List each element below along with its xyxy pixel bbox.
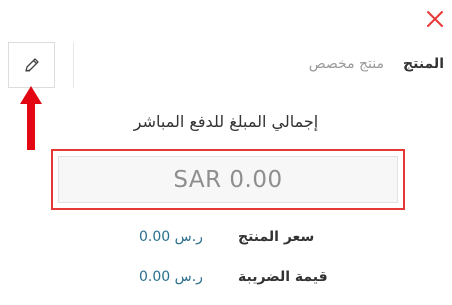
product-price-row: سعر المنتج 0.00 ر.س (0, 229, 452, 249)
amount-value: SAR 0.00 (173, 166, 283, 193)
product-price-label: سعر المنتج (238, 229, 315, 245)
close-button[interactable] (425, 9, 445, 29)
tax-value-label: قيمة الضريبة (238, 269, 328, 285)
divider (73, 42, 74, 88)
custom-product-link[interactable]: منتج مخصص (309, 56, 384, 72)
product-header: منتج مخصص المنتج (0, 40, 452, 90)
product-price-value: 0.00 ر.س (139, 229, 203, 245)
product-payment-panel: منتج مخصص المنتج إجمالي المبلغ للدفع الم… (0, 0, 452, 305)
amount-input[interactable]: SAR 0.00 (51, 149, 405, 210)
total-amount-label: إجمالي المبلغ للدفع المباشر (133, 112, 319, 131)
pencil-icon (24, 58, 39, 72)
tax-value-value: 0.00 ر.س (139, 269, 203, 285)
close-icon (427, 11, 443, 27)
edit-product-button[interactable] (8, 42, 55, 88)
tax-value-row: قيمة الضريبة 0.00 ر.س (0, 269, 452, 289)
product-label: المنتج (403, 56, 444, 72)
